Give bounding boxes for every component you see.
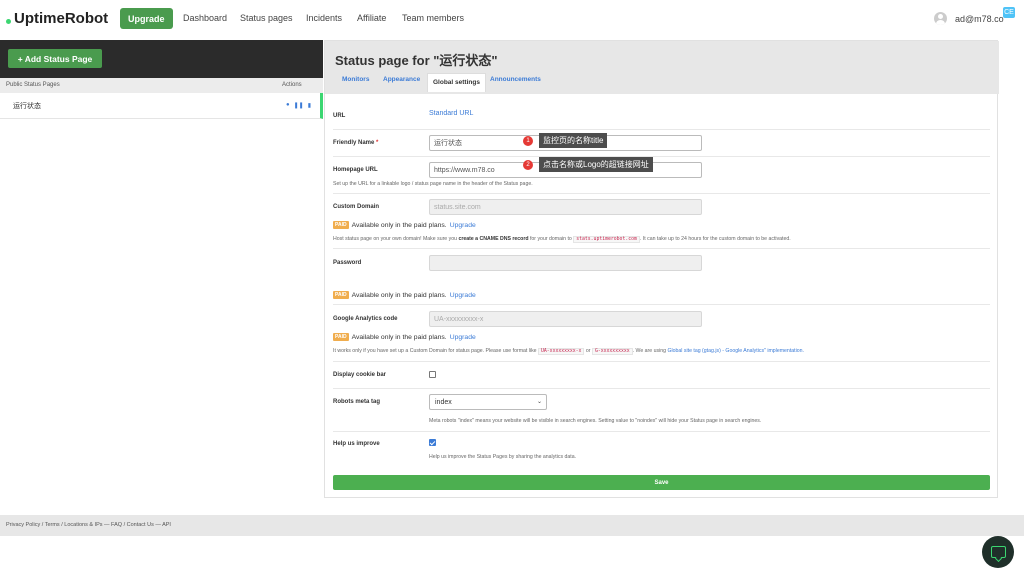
google-analytics-input[interactable]: UA-xxxxxxxxx-x bbox=[429, 311, 702, 327]
divider bbox=[333, 193, 990, 194]
paid-badge: PAID bbox=[333, 291, 349, 299]
paid-badge: PAID bbox=[333, 221, 349, 229]
chat-button[interactable] bbox=[982, 536, 1014, 568]
custom-domain-help: Host status page on your own domain! Mak… bbox=[333, 236, 791, 243]
robots-help: Meta robots "index" means your website w… bbox=[429, 418, 762, 424]
standard-url-link[interactable]: Standard URL bbox=[429, 110, 473, 117]
cookie-bar-checkbox[interactable] bbox=[429, 371, 436, 378]
sidebar-table-header: Public Status Pages Actions bbox=[0, 78, 323, 93]
url-label: URL bbox=[333, 113, 346, 119]
divider bbox=[333, 129, 990, 130]
divider bbox=[333, 248, 990, 249]
col-actions: Actions bbox=[282, 82, 302, 88]
custom-domain-input[interactable]: status.site.com bbox=[429, 199, 702, 215]
user-menu[interactable]: ad@m78.co bbox=[934, 12, 1004, 25]
col-public-status-pages: Public Status Pages bbox=[6, 82, 60, 88]
pause-icon[interactable]: ❚❚ bbox=[294, 102, 304, 109]
tab-monitors[interactable]: Monitors bbox=[342, 76, 369, 83]
status-page-row[interactable]: 运行状态 ● ❚❚ ▮ bbox=[0, 93, 323, 119]
logo-dot-icon bbox=[6, 19, 11, 24]
robots-meta-select[interactable]: index ⌄ bbox=[429, 394, 547, 410]
nav-dashboard[interactable]: Dashboard bbox=[183, 13, 227, 23]
nav-affiliate[interactable]: Affiliate bbox=[357, 13, 386, 23]
help-improve-checkbox[interactable] bbox=[429, 439, 436, 446]
divider bbox=[333, 361, 990, 362]
callout-number: 1 bbox=[523, 136, 533, 146]
extension-badge-icon[interactable]: CE bbox=[1003, 7, 1015, 18]
chevron-down-icon: ⌄ bbox=[536, 399, 542, 405]
divider bbox=[333, 304, 990, 305]
nav-status-pages[interactable]: Status pages bbox=[240, 13, 293, 23]
analytics-help: It works only if you have set up a Custo… bbox=[333, 348, 804, 355]
nav-team-members[interactable]: Team members bbox=[402, 13, 464, 23]
robots-meta-label: Robots meta tag bbox=[333, 399, 381, 405]
footer: Privacy Policy / Terms / Locations & IPs… bbox=[0, 515, 1024, 536]
tab-global-settings[interactable]: Global settings bbox=[427, 73, 486, 92]
paid-badge: PAID bbox=[333, 333, 349, 341]
add-status-page-button[interactable]: + Add Status Page bbox=[8, 49, 102, 68]
password-label: Password bbox=[333, 260, 362, 266]
divider bbox=[333, 156, 990, 157]
callout-number: 2 bbox=[523, 160, 533, 170]
divider bbox=[333, 388, 990, 389]
password-paid-notice: PAID Available only in the paid plans. U… bbox=[333, 291, 476, 299]
homepage-url-label: Homepage URL bbox=[333, 167, 378, 173]
help-improve-help: Help us improve the Status Pages by shar… bbox=[429, 454, 577, 460]
analytics-paid-notice: PAID Available only in the paid plans. U… bbox=[333, 333, 476, 341]
callout-tooltip: 点击名称或Logo的超链接网址 bbox=[539, 157, 653, 172]
row-actions: ● ❚❚ ▮ bbox=[286, 102, 311, 109]
chat-icon bbox=[990, 546, 1006, 558]
user-email: ad@m78.co bbox=[955, 13, 1004, 24]
password-input[interactable] bbox=[429, 255, 702, 271]
upgrade-button[interactable]: Upgrade bbox=[120, 8, 173, 29]
cookie-bar-label: Display cookie bar bbox=[333, 372, 387, 378]
nav-incidents[interactable]: Incidents bbox=[306, 13, 342, 23]
eye-icon[interactable]: ● bbox=[286, 102, 290, 109]
upgrade-link[interactable]: Upgrade bbox=[450, 222, 476, 229]
tab-appearance[interactable]: Appearance bbox=[383, 76, 420, 83]
trash-icon[interactable]: ▮ bbox=[308, 102, 311, 109]
friendly-name-label: Friendly Name * bbox=[333, 140, 379, 146]
editor-header: Status page for "运行状态" Monitors Appearan… bbox=[325, 41, 999, 94]
divider bbox=[333, 431, 990, 432]
google-analytics-label: Google Analytics code bbox=[333, 316, 398, 322]
logo-text: UptimeRobot bbox=[14, 10, 109, 27]
sidebar-toolbar: + Add Status Page bbox=[0, 40, 323, 78]
homepage-url-help: Set up the URL for a linkable logo / sta… bbox=[333, 181, 533, 187]
page-title: Status page for "运行状态" bbox=[335, 53, 498, 68]
upgrade-link[interactable]: Upgrade bbox=[450, 292, 476, 299]
status-pages-sidebar: + Add Status Page Public Status Pages Ac… bbox=[0, 40, 323, 119]
status-page-editor: Status page for "运行状态" Monitors Appearan… bbox=[324, 40, 999, 498]
logo[interactable]: UptimeRobot bbox=[6, 10, 108, 27]
upgrade-link[interactable]: Upgrade bbox=[450, 334, 476, 341]
top-navbar: UptimeRobot Upgrade Dashboard Status pag… bbox=[0, 0, 1024, 38]
custom-domain-paid-notice: PAID Available only in the paid plans. U… bbox=[333, 221, 476, 229]
user-avatar-icon bbox=[934, 12, 947, 25]
help-improve-label: Help us improve bbox=[333, 441, 380, 447]
custom-domain-label: Custom Domain bbox=[333, 204, 380, 210]
tab-announcements[interactable]: Announcements bbox=[490, 76, 541, 83]
footer-links[interactable]: Privacy Policy / Terms / Locations & IPs… bbox=[6, 522, 171, 528]
callout-tooltip: 监控页的名称title bbox=[539, 133, 608, 148]
save-button[interactable]: Save bbox=[333, 475, 990, 490]
status-page-name[interactable]: 运行状态 bbox=[13, 101, 41, 111]
